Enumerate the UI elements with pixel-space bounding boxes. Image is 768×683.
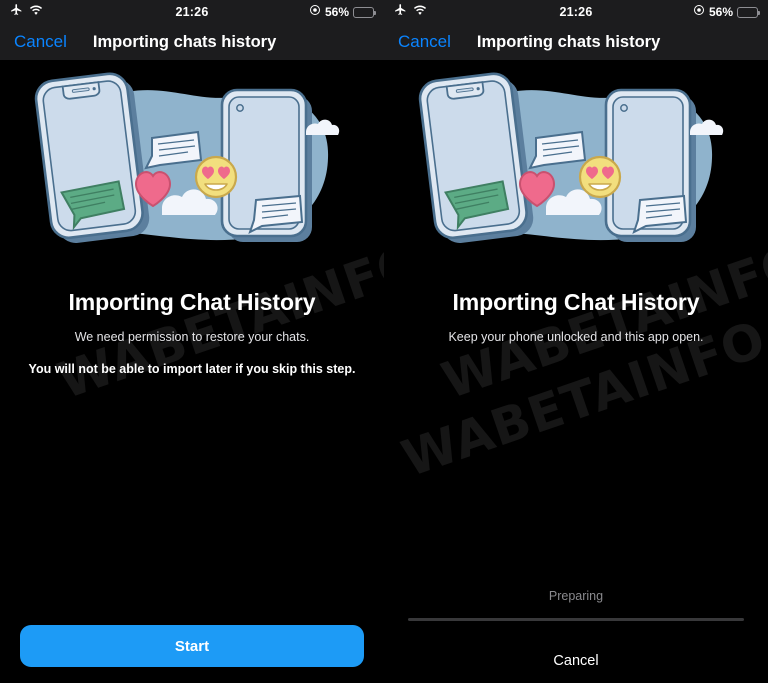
progress-panel: 21:26 56% Cancel Importing chats history [384, 0, 768, 683]
chat-history-transfer-illustration [418, 72, 724, 243]
start-button[interactable]: Start [20, 625, 364, 667]
panel-content: WABETAINFO WABETAINFO Importing Chat His… [384, 60, 768, 683]
progress-status-label: Preparing [548, 589, 604, 603]
battery-icon [353, 6, 377, 18]
progress-container: Preparing Cancel [384, 589, 768, 669]
alarm-icon [693, 3, 705, 21]
status-bar-right: 56% [693, 3, 761, 21]
status-bar-right: 56% [309, 3, 377, 21]
nav-title: Importing chats history [92, 32, 277, 51]
heart-eyes-emoji-icon [578, 155, 622, 199]
battery-icon [737, 6, 761, 18]
battery-percentage: 56% [324, 5, 349, 19]
battery-percentage: 56% [708, 5, 733, 19]
page-title: Importing Chat History [68, 289, 316, 315]
cancel-import-button[interactable]: Cancel [408, 653, 744, 669]
page-subtitle: Keep your phone unlocked and this app op… [448, 330, 704, 344]
heart-eyes-emoji-icon [194, 155, 238, 199]
dual-screenshot-container: 21:26 56% Cancel Importing chats history [0, 0, 768, 683]
chat-history-transfer-illustration [34, 72, 340, 243]
page-title: Importing Chat History [452, 289, 700, 315]
progress-bar [408, 618, 744, 621]
page-subtitle: We need permission to restore your chats… [74, 330, 310, 344]
status-bar: 21:26 56% [384, 0, 768, 24]
status-bar: 21:26 56% [0, 0, 384, 24]
navigation-bar: Cancel Importing chats history [384, 24, 768, 60]
warning-text: You will not be able to import later if … [28, 362, 356, 376]
panel-content: WABETAINFO Importing Chat History We nee… [0, 60, 384, 683]
nav-title: Importing chats history [476, 32, 661, 51]
alarm-icon [309, 3, 321, 21]
cta-container: Start [0, 625, 384, 667]
navigation-bar: Cancel Importing chats history [0, 24, 384, 60]
permission-panel: 21:26 56% Cancel Importing chats history [0, 0, 384, 683]
nav-cancel-button[interactable]: Cancel [398, 32, 451, 52]
nav-cancel-button[interactable]: Cancel [14, 32, 67, 52]
